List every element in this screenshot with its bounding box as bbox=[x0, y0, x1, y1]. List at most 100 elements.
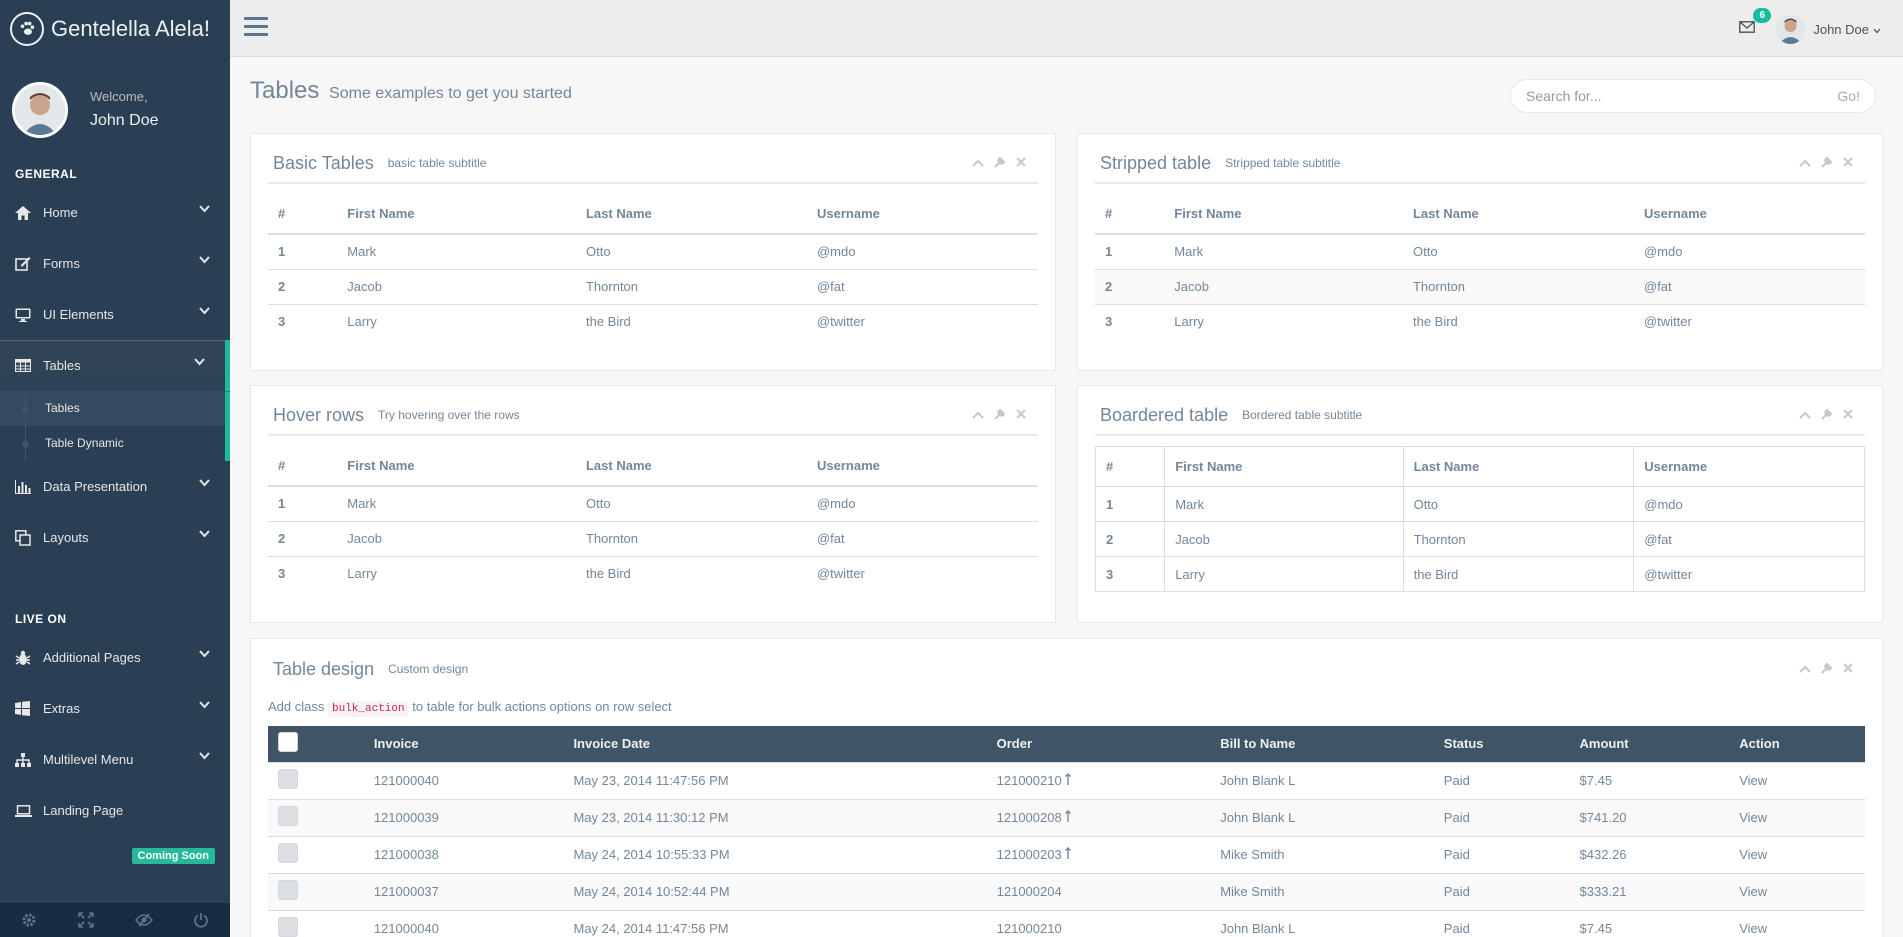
menu-item-layouts[interactable]: Layouts bbox=[0, 512, 230, 563]
view-link[interactable]: View bbox=[1729, 798, 1865, 836]
table-row[interactable]: 121000038 May 24, 2014 10:55:33 PM 1210002… bbox=[268, 835, 1865, 873]
wrench-icon[interactable] bbox=[994, 156, 1006, 171]
design-table: Invoice Invoice Date Order Bill to Name Stat… bbox=[268, 726, 1865, 937]
table-row[interactable]: 121000037 May 24, 2014 10:52:44 PM 1210002… bbox=[268, 872, 1865, 910]
collapse-icon[interactable] bbox=[1799, 156, 1811, 171]
table-cell: $741.20 bbox=[1569, 798, 1730, 836]
wrench-icon[interactable] bbox=[994, 408, 1006, 423]
panel-table-design: Table design Custom design Add class bul… bbox=[250, 638, 1883, 937]
page-title: Tables Some examples to get you started bbox=[250, 77, 572, 105]
laptop-icon bbox=[15, 804, 37, 817]
bug-icon bbox=[15, 650, 37, 666]
table-row[interactable]: 1 Mark Otto @mdo bbox=[268, 485, 1038, 521]
menu-toggle-icon[interactable] bbox=[244, 17, 268, 41]
table-cell: Otto bbox=[1402, 233, 1634, 269]
menu-item-home[interactable]: Home bbox=[0, 187, 230, 238]
code-snippet: bulk_action bbox=[328, 701, 409, 717]
table-cell: Larry bbox=[337, 555, 576, 591]
table-cell: 3 bbox=[1095, 303, 1165, 339]
table-cell: 2 bbox=[1094, 521, 1166, 557]
column-header: Username bbox=[806, 194, 1038, 235]
table-cell: 2 bbox=[268, 520, 338, 556]
view-link[interactable]: View bbox=[1729, 872, 1865, 910]
wrench-icon[interactable] bbox=[1821, 156, 1833, 171]
collapse-icon[interactable] bbox=[1799, 408, 1811, 423]
table-row[interactable]: 1 Mark Otto @mdo bbox=[1094, 486, 1865, 522]
row-checkbox-cell bbox=[268, 909, 364, 937]
column-header: Bill to Name bbox=[1210, 726, 1434, 762]
table-row[interactable]: 121000040 May 23, 2014 11:47:56 PM 1210002… bbox=[268, 761, 1865, 799]
menu-item-data-presentation[interactable]: Data Presentation bbox=[0, 461, 230, 512]
mail-notifications[interactable]: 6 bbox=[1739, 8, 1771, 37]
table-row[interactable]: 2 Jacob Thornton @fat bbox=[268, 520, 1038, 556]
wrench-icon[interactable] bbox=[1821, 408, 1833, 423]
row-checkbox[interactable] bbox=[278, 880, 298, 900]
top-nav: 6 John Doe bbox=[230, 0, 1903, 57]
wrench-icon[interactable] bbox=[1821, 662, 1833, 677]
close-icon[interactable] bbox=[1843, 408, 1853, 423]
table-row[interactable]: 2 Jacob Thornton @fat bbox=[1095, 268, 1865, 304]
close-icon[interactable] bbox=[1016, 408, 1026, 423]
desktop-icon bbox=[15, 308, 37, 322]
user-menu[interactable]: John Doe bbox=[1776, 15, 1881, 44]
brand[interactable]: Gentelella Alela! bbox=[0, 0, 230, 57]
sidebar: Gentelella Alela! Welcome, John Doe GENE… bbox=[0, 0, 230, 937]
menu-item-additional-pages[interactable]: Additional Pages bbox=[0, 632, 230, 683]
table-row[interactable]: 121000040 May 24, 2014 11:47:56 PM 1210002… bbox=[268, 909, 1865, 937]
search-go-button[interactable]: Go! bbox=[1837, 88, 1860, 104]
view-link[interactable]: View bbox=[1729, 835, 1865, 873]
table-row[interactable]: 3 Larry the Bird @twitter bbox=[268, 555, 1038, 591]
table-cell: Thornton bbox=[575, 268, 807, 304]
chevron-down-icon bbox=[199, 204, 210, 216]
row-checkbox[interactable] bbox=[278, 769, 298, 789]
home-icon bbox=[15, 205, 37, 220]
table-row[interactable]: 1 Mark Otto @mdo bbox=[1095, 233, 1865, 269]
fullscreen-icon[interactable] bbox=[58, 903, 116, 937]
collapse-icon[interactable] bbox=[972, 408, 984, 423]
table-cell: @fat bbox=[1633, 268, 1865, 304]
menu-item-landing-page[interactable]: Landing Page Coming Soon bbox=[0, 785, 230, 864]
menu-item-multilevel-menu[interactable]: Multilevel Menu bbox=[0, 734, 230, 785]
column-header: First Name bbox=[1164, 194, 1403, 235]
row-checkbox[interactable] bbox=[278, 806, 298, 826]
table-cell: $7.45 bbox=[1569, 761, 1730, 799]
submenu-item-table-dynamic[interactable]: Table Dynamic bbox=[0, 426, 225, 461]
view-link[interactable]: View bbox=[1729, 761, 1865, 799]
table-cell: Mark bbox=[337, 485, 576, 521]
close-icon[interactable] bbox=[1016, 156, 1026, 171]
avatar[interactable] bbox=[12, 81, 68, 138]
collapse-icon[interactable] bbox=[1799, 662, 1811, 677]
view-link[interactable]: View bbox=[1729, 909, 1865, 937]
search-input[interactable]: Search for... bbox=[1526, 88, 1601, 104]
collapse-icon[interactable] bbox=[972, 156, 984, 171]
panel-subtitle: basic table subtitle bbox=[387, 156, 487, 170]
menu-item-tables[interactable]: Tables bbox=[0, 340, 230, 391]
close-icon[interactable] bbox=[1843, 156, 1853, 171]
select-all-checkbox[interactable] bbox=[278, 732, 298, 753]
table-cell: May 23, 2014 11:47:56 PM bbox=[563, 761, 987, 799]
eye-slash-icon[interactable] bbox=[115, 903, 173, 937]
section-title-general: GENERAL bbox=[15, 167, 78, 181]
row-checkbox[interactable] bbox=[278, 843, 298, 863]
table-cell: Mike Smith bbox=[1210, 835, 1434, 873]
table-row[interactable]: 3 Larry the Bird @twitter bbox=[1094, 556, 1865, 592]
submenu-item-tables[interactable]: Tables bbox=[0, 391, 225, 426]
table-row[interactable]: 1 Mark Otto @mdo bbox=[268, 233, 1038, 269]
row-checkbox[interactable] bbox=[278, 917, 298, 937]
menu-item-forms[interactable]: Forms bbox=[0, 238, 230, 289]
table-cell: 1 bbox=[268, 485, 338, 521]
menu-item-extras[interactable]: Extras bbox=[0, 683, 230, 734]
row-checkbox-cell bbox=[268, 761, 364, 799]
table-row[interactable]: 3 Larry the Bird @twitter bbox=[268, 303, 1038, 339]
menu-item-label: Layouts bbox=[43, 530, 89, 545]
table-row[interactable]: 3 Larry the Bird @twitter bbox=[1095, 303, 1865, 339]
power-icon[interactable] bbox=[173, 903, 231, 937]
close-icon[interactable] bbox=[1843, 662, 1853, 677]
table-row[interactable]: 2 Jacob Thornton @fat bbox=[268, 268, 1038, 304]
table-row[interactable]: 121000039 May 23, 2014 11:30:12 PM 1210002… bbox=[268, 798, 1865, 836]
settings-icon[interactable] bbox=[0, 903, 58, 937]
user-name: John Doe bbox=[1813, 22, 1869, 37]
menu-item-ui-elements[interactable]: UI Elements bbox=[0, 289, 230, 340]
table-row[interactable]: 2 Jacob Thornton @fat bbox=[1094, 521, 1865, 557]
table-cell: 121000038 bbox=[363, 835, 564, 873]
